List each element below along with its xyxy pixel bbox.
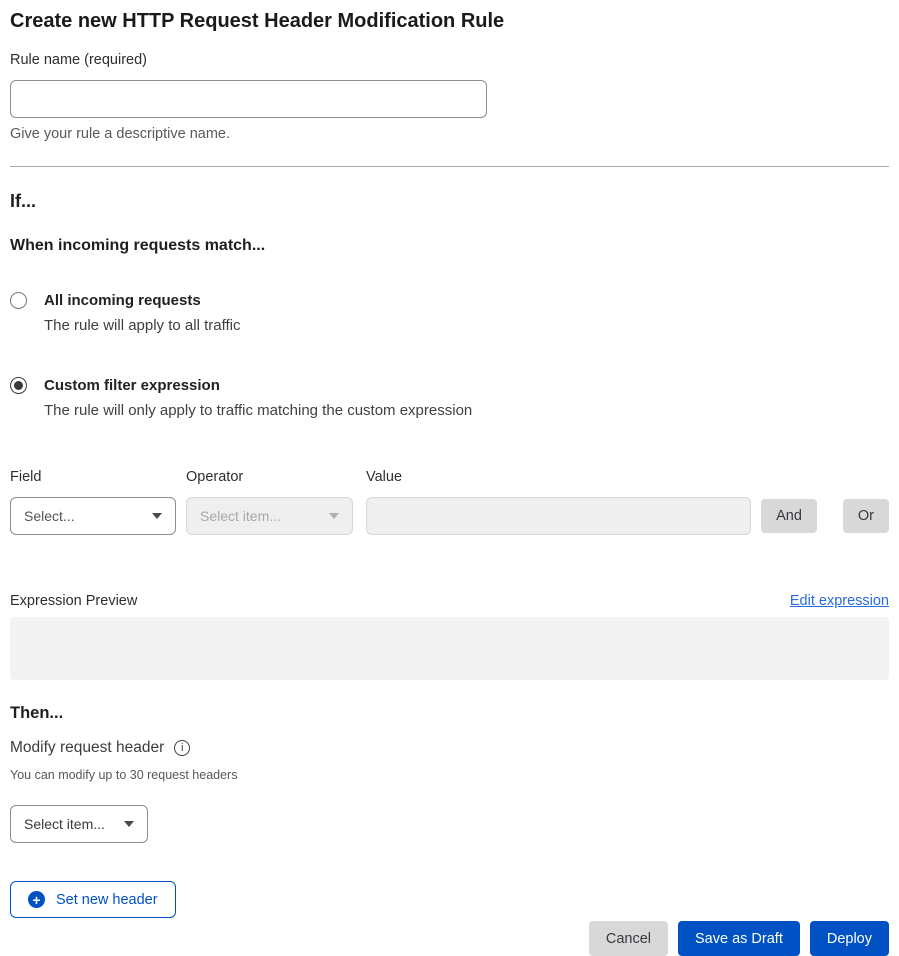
radio-button[interactable]: [10, 377, 27, 394]
header-action-select[interactable]: Select item...: [10, 805, 148, 843]
rule-name-label: Rule name (required): [10, 50, 889, 70]
deploy-button[interactable]: Deploy: [810, 921, 889, 956]
field-label: Field: [10, 467, 176, 487]
page-title: Create new HTTP Request Header Modificat…: [10, 8, 889, 34]
expression-preview-label: Expression Preview: [10, 591, 137, 611]
edit-expression-link[interactable]: Edit expression: [790, 591, 889, 611]
section-divider: [10, 166, 889, 167]
then-heading: Then...: [10, 702, 889, 724]
set-new-header-button[interactable]: + Set new header: [10, 881, 176, 918]
cancel-button[interactable]: Cancel: [589, 921, 668, 956]
when-heading: When incoming requests match...: [10, 235, 889, 257]
operator-label: Operator: [186, 467, 353, 487]
chevron-down-icon: [152, 513, 162, 519]
chevron-down-icon: [329, 513, 339, 519]
radio-description: The rule will only apply to traffic matc…: [44, 401, 472, 421]
field-select[interactable]: Select...: [10, 497, 176, 535]
if-heading: If...: [10, 189, 889, 213]
expression-preview-box: [10, 617, 889, 680]
chevron-down-icon: [124, 821, 134, 827]
radio-description: The rule will apply to all traffic: [44, 316, 240, 336]
modify-header-help: You can modify up to 30 request headers: [10, 767, 889, 783]
radio-option-custom-filter[interactable]: Custom filter expression The rule will o…: [10, 376, 889, 421]
set-new-header-label: Set new header: [56, 892, 158, 908]
expression-builder-row: Field Select... Operator Select item... …: [10, 467, 889, 535]
value-input[interactable]: [366, 497, 751, 535]
info-icon[interactable]: i: [174, 740, 190, 756]
rule-name-input[interactable]: [10, 80, 487, 118]
and-button[interactable]: And: [761, 499, 817, 533]
radio-label: All incoming requests: [44, 291, 240, 311]
modify-header-label: Modify request header: [10, 738, 164, 758]
radio-option-all-incoming[interactable]: All incoming requests The rule will appl…: [10, 291, 889, 336]
match-radio-group: All incoming requests The rule will appl…: [10, 291, 889, 421]
footer-actions: Cancel Save as Draft Deploy: [10, 921, 889, 956]
radio-button[interactable]: [10, 292, 27, 309]
operator-select[interactable]: Select item...: [186, 497, 353, 535]
save-draft-button[interactable]: Save as Draft: [678, 921, 800, 956]
operator-select-value: Select item...: [200, 508, 281, 524]
radio-label: Custom filter expression: [44, 376, 472, 396]
rule-name-help: Give your rule a descriptive name.: [10, 124, 889, 144]
field-select-value: Select...: [24, 508, 75, 524]
or-button[interactable]: Or: [843, 499, 889, 533]
plus-icon: +: [28, 891, 45, 908]
value-label: Value: [366, 467, 751, 487]
create-rule-page: Create new HTTP Request Header Modificat…: [0, 0, 899, 956]
header-action-select-value: Select item...: [24, 816, 105, 832]
